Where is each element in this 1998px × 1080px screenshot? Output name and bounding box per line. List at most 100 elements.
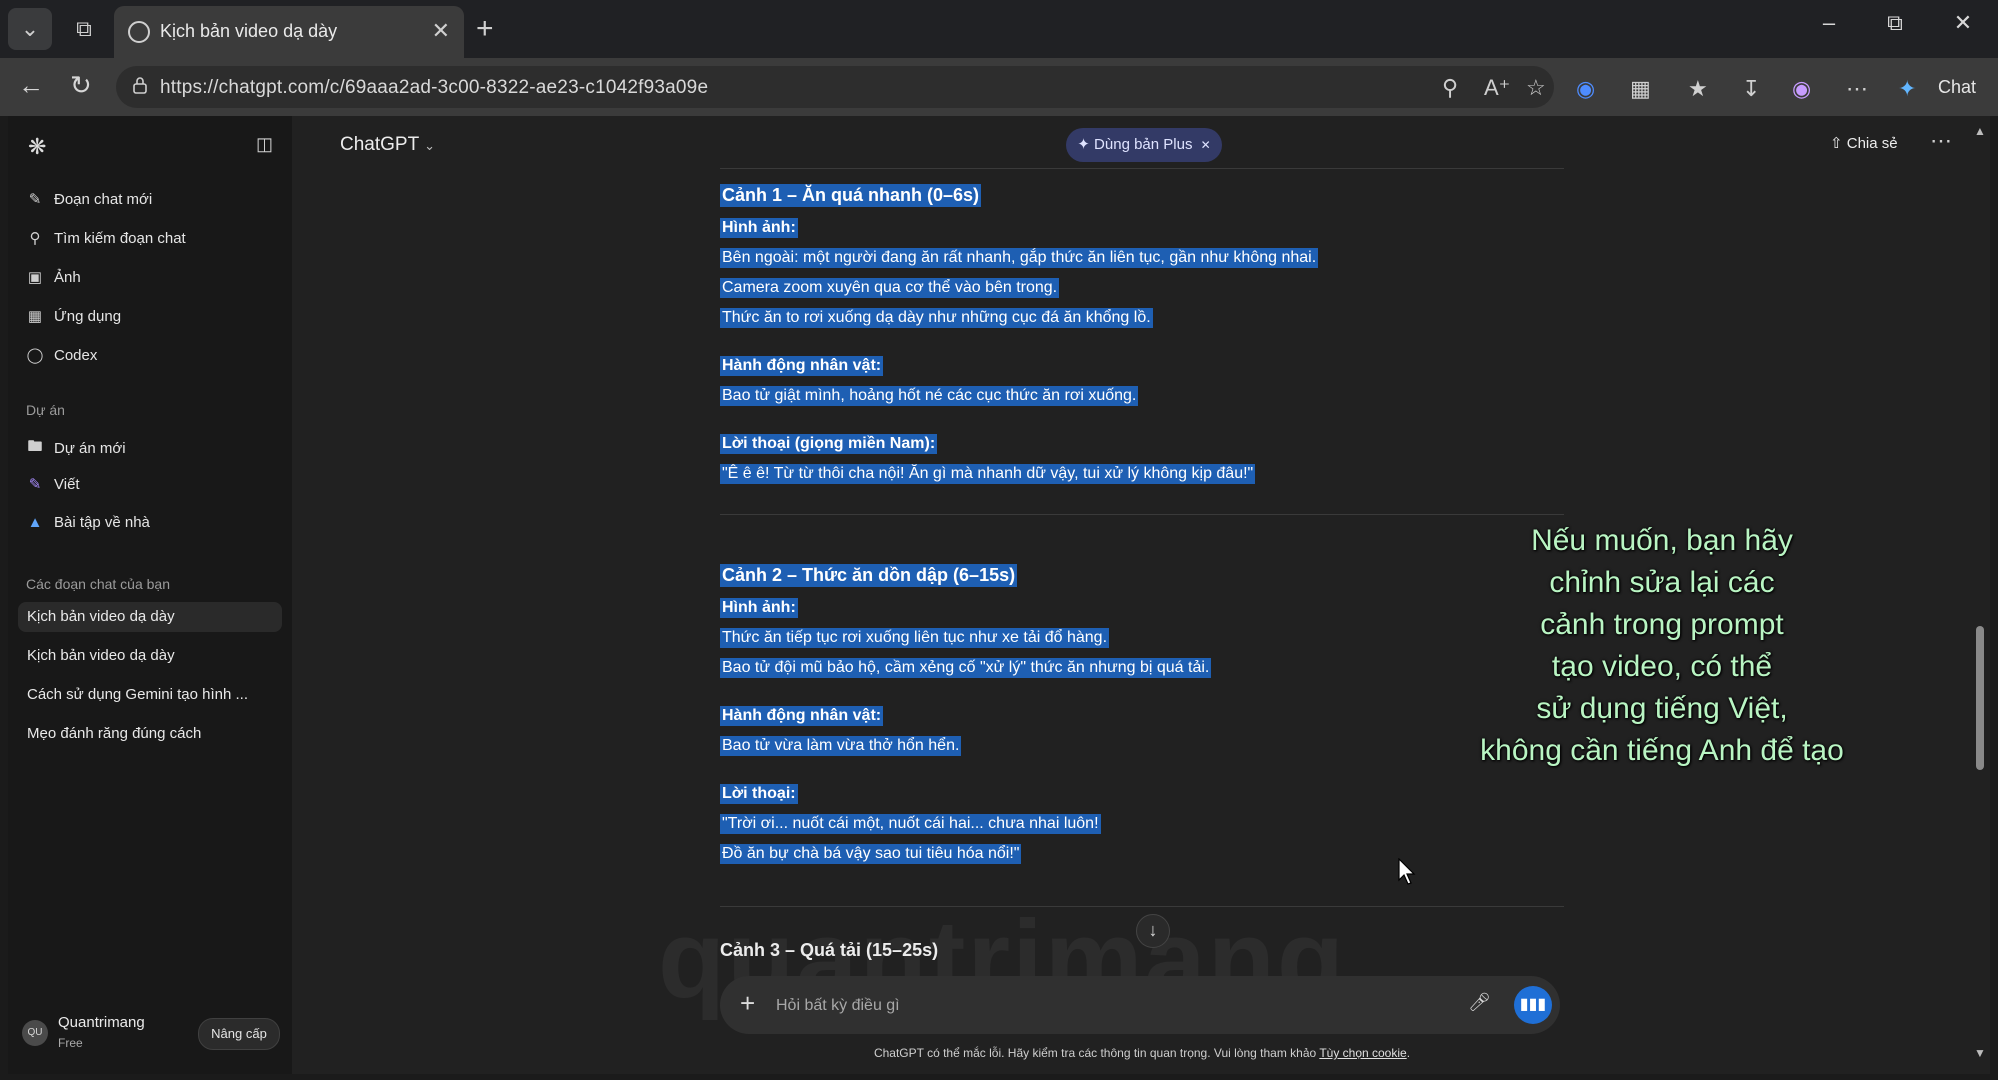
scene2-dialogue-label: Lời thoại: xyxy=(720,784,798,804)
address-bar[interactable]: https://chatgpt.com/c/69aaa2ad-3c00-8322… xyxy=(116,66,1554,108)
scene1-image-line: Thức ăn to rơi xuống dạ dày như những cụ… xyxy=(720,308,1153,328)
scene2-image-line: Thức ăn tiếp tục rơi xuống liên tục như … xyxy=(720,628,1110,648)
close-tab-icon[interactable]: ✕ xyxy=(432,18,450,44)
pen-icon: ✎ xyxy=(28,476,42,493)
scene1-dialogue-label: Lời thoại (giọng miền Nam): xyxy=(720,434,938,454)
restore-window-button[interactable]: ⧉ xyxy=(1870,10,1920,36)
tab-actions-button[interactable]: ⧉ xyxy=(62,8,106,50)
minimize-window-button[interactable]: – xyxy=(1804,10,1854,36)
lock-icon xyxy=(133,77,147,94)
browser-toolbar: ← ↻ https://chatgpt.com/c/69aaa2ad-3c00-… xyxy=(0,58,1998,116)
caption-line: không cần tiếng Anh để tạo xyxy=(1480,734,1844,767)
sidebar-chat-item[interactable]: Cách sử dụng Gemini tạo hình ... xyxy=(18,680,282,710)
toggle-sidebar-icon[interactable]: ◫ xyxy=(256,134,273,155)
profile-icon[interactable]: ◉ xyxy=(1792,76,1811,102)
scroll-up-arrow-icon[interactable]: ▲ xyxy=(1974,124,1986,138)
user-name: Quantrimang xyxy=(58,1014,145,1031)
tab-list-button[interactable]: ⌄ xyxy=(8,8,52,50)
main-header: ChatGPT ⌄ ✦ Dùng bản Plus ✕ ⇧ Chia sẻ ⋯ xyxy=(292,116,1990,172)
scene1-dialogue-line: "Ê ê ê! Từ từ thôi cha nội! Ăn gì mà nha… xyxy=(720,464,1256,484)
browser-tab-active[interactable]: Kịch bản video dạ dày ✕ xyxy=(114,6,464,58)
close-window-button[interactable]: ✕ xyxy=(1938,10,1988,36)
sidebar-chat-item[interactable]: Kịch bản video dạ dày xyxy=(18,602,282,632)
sidebar-search-chats[interactable]: ⚲ Tìm kiếm đoạn chat xyxy=(26,229,186,248)
scene2-action-label: Hành động nhân vật: xyxy=(720,706,884,726)
scene2-dialogue-line: "Trời ơi... nuốt cái một, nuốt cái hai..… xyxy=(720,814,1101,834)
sidebar-new-project[interactable]: 🖿 Dự án mới xyxy=(26,436,126,461)
favorite-star-icon[interactable]: ☆ xyxy=(1526,75,1546,101)
caption-line: tạo video, có thể xyxy=(1551,650,1773,683)
sidebar-codex[interactable]: ◯ Codex xyxy=(26,346,98,365)
page-scrollbar[interactable]: ▲ ▼ xyxy=(1970,116,1990,1074)
sidebar-item-label: Viết xyxy=(54,475,80,493)
chats-heading: Các đoạn chat của bạn xyxy=(26,576,170,592)
share-button[interactable]: ⇧ Chia sẻ xyxy=(1830,134,1898,152)
scene2-action-line: Bao tử vừa làm vừa thở hổn hển. xyxy=(720,736,962,756)
close-icon[interactable]: ✕ xyxy=(1201,138,1211,152)
scrollbar-thumb[interactable] xyxy=(1976,626,1984,770)
sidebar-item-label: Tìm kiếm đoạn chat xyxy=(54,229,186,247)
more-menu-icon[interactable]: ⋯ xyxy=(1846,76,1868,102)
codex-icon: ◯ xyxy=(26,347,44,364)
projects-heading: Dự án xyxy=(26,402,65,418)
sidebar-chat-item[interactable]: Kịch bản video dạ dày xyxy=(18,641,282,671)
graduation-cap-icon: ▲ xyxy=(27,514,43,531)
sidebar-images[interactable]: ▣ Ảnh xyxy=(26,268,81,287)
extension-icon[interactable]: ◉ xyxy=(1576,76,1595,102)
caption-line: cảnh trong prompt xyxy=(1540,608,1784,641)
sparkle-icon: ✦ xyxy=(1077,136,1090,153)
sidebar-apps[interactable]: ▦ Ứng dụng xyxy=(26,307,121,326)
sidebar-item-label: Dự án mới xyxy=(54,440,126,457)
divider xyxy=(720,514,1564,515)
share-label: Chia sẻ xyxy=(1846,135,1898,152)
conversation-more-icon[interactable]: ⋯ xyxy=(1930,128,1952,154)
sidebar-item-label: Đoạn chat mới xyxy=(54,190,153,208)
back-button[interactable]: ← xyxy=(18,70,44,101)
scene1-action-line: Bao tử giật mình, hoảng hốt né các cục t… xyxy=(720,386,1139,406)
add-attachment-icon[interactable]: + xyxy=(740,988,755,1019)
tab-title: Kịch bản video dạ dày xyxy=(160,21,338,41)
scene2-image-line: Bao tử đội mũ bảo hộ, cầm xẻng cố "xử lý… xyxy=(720,658,1212,678)
sidebar-project-write[interactable]: ✎ Viết xyxy=(26,475,80,494)
cookie-preferences-link[interactable]: Tùy chọn cookie xyxy=(1319,1046,1406,1060)
copilot-chat-label[interactable]: Chat xyxy=(1938,77,1976,98)
plus-pill-label: Dùng bản Plus xyxy=(1094,136,1193,153)
prompt-input[interactable] xyxy=(774,992,1378,1020)
sidebar: ❋ ◫ ✎ Đoạn chat mới ⚲ Tìm kiếm đoạn chat… xyxy=(8,116,292,1074)
mouse-cursor-icon xyxy=(1398,858,1416,885)
search-icon: ⚲ xyxy=(29,230,41,247)
chevron-down-icon: ⌄ xyxy=(424,138,436,153)
user-account[interactable]: QU Quantrimang Free Nâng cấp xyxy=(22,1010,286,1060)
caption-line: Nếu muốn, bạn hãy xyxy=(1531,524,1793,557)
try-plus-pill[interactable]: ✦ Dùng bản Plus ✕ xyxy=(1066,128,1222,162)
downloads-icon[interactable]: ↧ xyxy=(1742,76,1760,102)
sidebar-chat-item[interactable]: Mẹo đánh răng đúng cách xyxy=(18,719,282,749)
reload-button[interactable]: ↻ xyxy=(70,70,92,101)
sidebar-project-homework[interactable]: ▲ Bài tập về nhà xyxy=(26,514,150,531)
voice-mode-button[interactable]: ▮▮▮ xyxy=(1514,986,1552,1024)
read-aloud-icon[interactable]: A⁺ xyxy=(1484,75,1510,101)
disclaimer: ChatGPT có thể mắc lỗi. Hãy kiểm tra các… xyxy=(712,1046,1572,1060)
new-tab-button[interactable]: + xyxy=(476,12,494,46)
divider xyxy=(720,906,1564,907)
sidebar-new-chat[interactable]: ✎ Đoạn chat mới xyxy=(26,190,153,209)
scroll-down-arrow-icon[interactable]: ▼ xyxy=(1974,1046,1986,1060)
sidebar-item-label: Ảnh xyxy=(54,268,81,286)
caption-line: chỉnh sửa lại các xyxy=(1549,566,1775,599)
model-selector[interactable]: ChatGPT ⌄ xyxy=(340,134,435,156)
new-folder-icon: 🖿 xyxy=(27,438,43,455)
scroll-to-bottom-button[interactable]: ↓ xyxy=(1136,914,1170,948)
chevron-down-icon: ⌄ xyxy=(20,16,40,41)
upgrade-button[interactable]: Nâng cấp xyxy=(198,1018,280,1050)
image-icon: ▣ xyxy=(27,269,43,286)
tabs-icon: ⧉ xyxy=(76,16,92,41)
favorites-icon[interactable]: ★ xyxy=(1688,76,1708,102)
scene1-image-line: Camera zoom xuyên qua cơ thể vào bên tro… xyxy=(720,278,1060,298)
scene2-dialogue-line: Đồ ăn bự chà bá vậy sao tui tiêu hóa nổi… xyxy=(720,844,1022,864)
copilot-icon[interactable]: ✦ xyxy=(1898,76,1916,102)
extensions-puzzle-icon[interactable]: ▦ xyxy=(1630,76,1651,102)
openai-logo-icon[interactable]: ❋ xyxy=(28,134,46,160)
zoom-out-icon[interactable]: ⚲ xyxy=(1442,75,1458,101)
microphone-icon[interactable]: 🎤︎ xyxy=(1468,992,1491,1013)
sidebar-item-label: Bài tập về nhà xyxy=(54,514,150,531)
